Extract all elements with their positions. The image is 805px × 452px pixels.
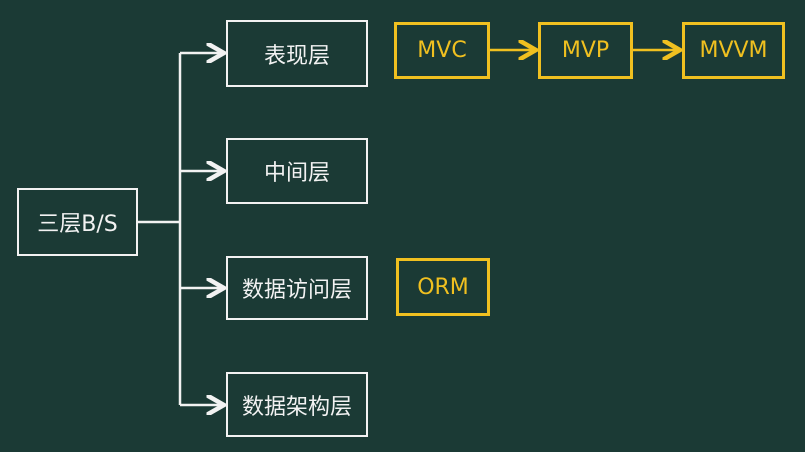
orm-node: ORM xyxy=(396,258,490,316)
layer-presentation: 表现层 xyxy=(226,20,368,87)
layer-data-access: 数据访问层 xyxy=(226,256,368,320)
layer-data-architecture: 数据架构层 xyxy=(226,372,368,437)
pattern-mvvm: MVVM xyxy=(682,22,785,79)
pattern-mvc: MVC xyxy=(394,22,490,79)
pattern-mvp: MVP xyxy=(538,22,633,79)
layer-middle: 中间层 xyxy=(226,138,368,204)
root-node: 三层B/S xyxy=(17,188,138,256)
